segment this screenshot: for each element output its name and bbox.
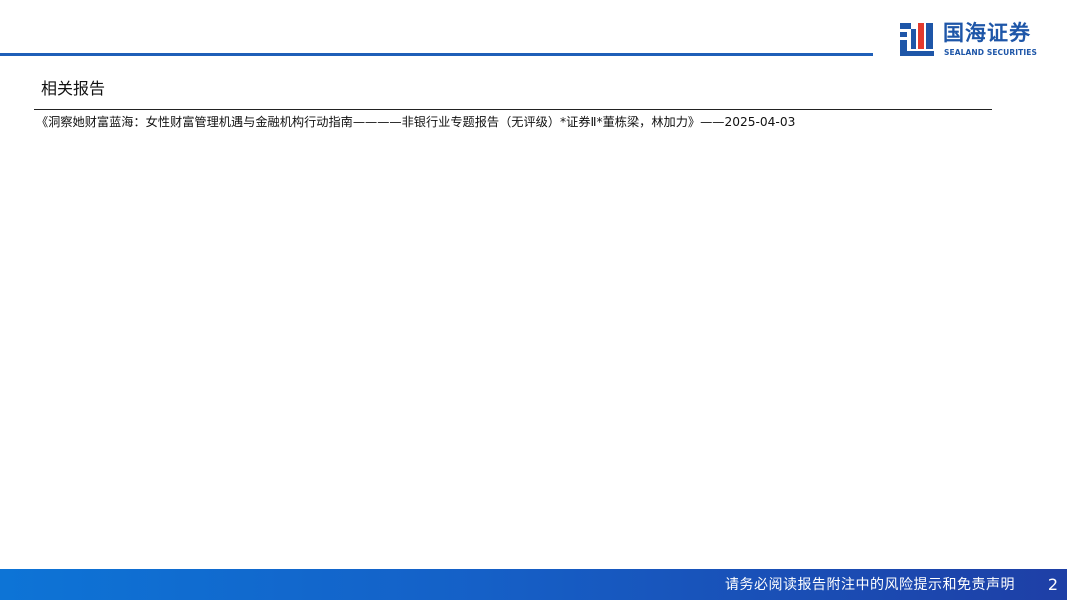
brand-name-en: SEALAND SECURITIES [944, 48, 1037, 57]
brand-logo: 国海证券 SEALAND SECURITIES [898, 20, 1048, 60]
sealand-logo-mark-icon [900, 23, 934, 56]
section-title: 相关报告 [41, 79, 106, 98]
section-divider [34, 109, 992, 110]
footer-bar: 请务必阅读报告附注中的风险提示和免责声明 2 [0, 569, 1067, 600]
page-number: 2 [1047, 575, 1058, 594]
brand-name-cn: 国海证券 [943, 21, 1031, 45]
related-report-item[interactable]: 《洞察她财富蓝海：女性财富管理机遇与金融机构行动指南————非银行业专题报告（无… [36, 114, 996, 131]
header-divider [0, 53, 873, 56]
footer-disclaimer: 请务必阅读报告附注中的风险提示和免责声明 [725, 577, 1015, 593]
